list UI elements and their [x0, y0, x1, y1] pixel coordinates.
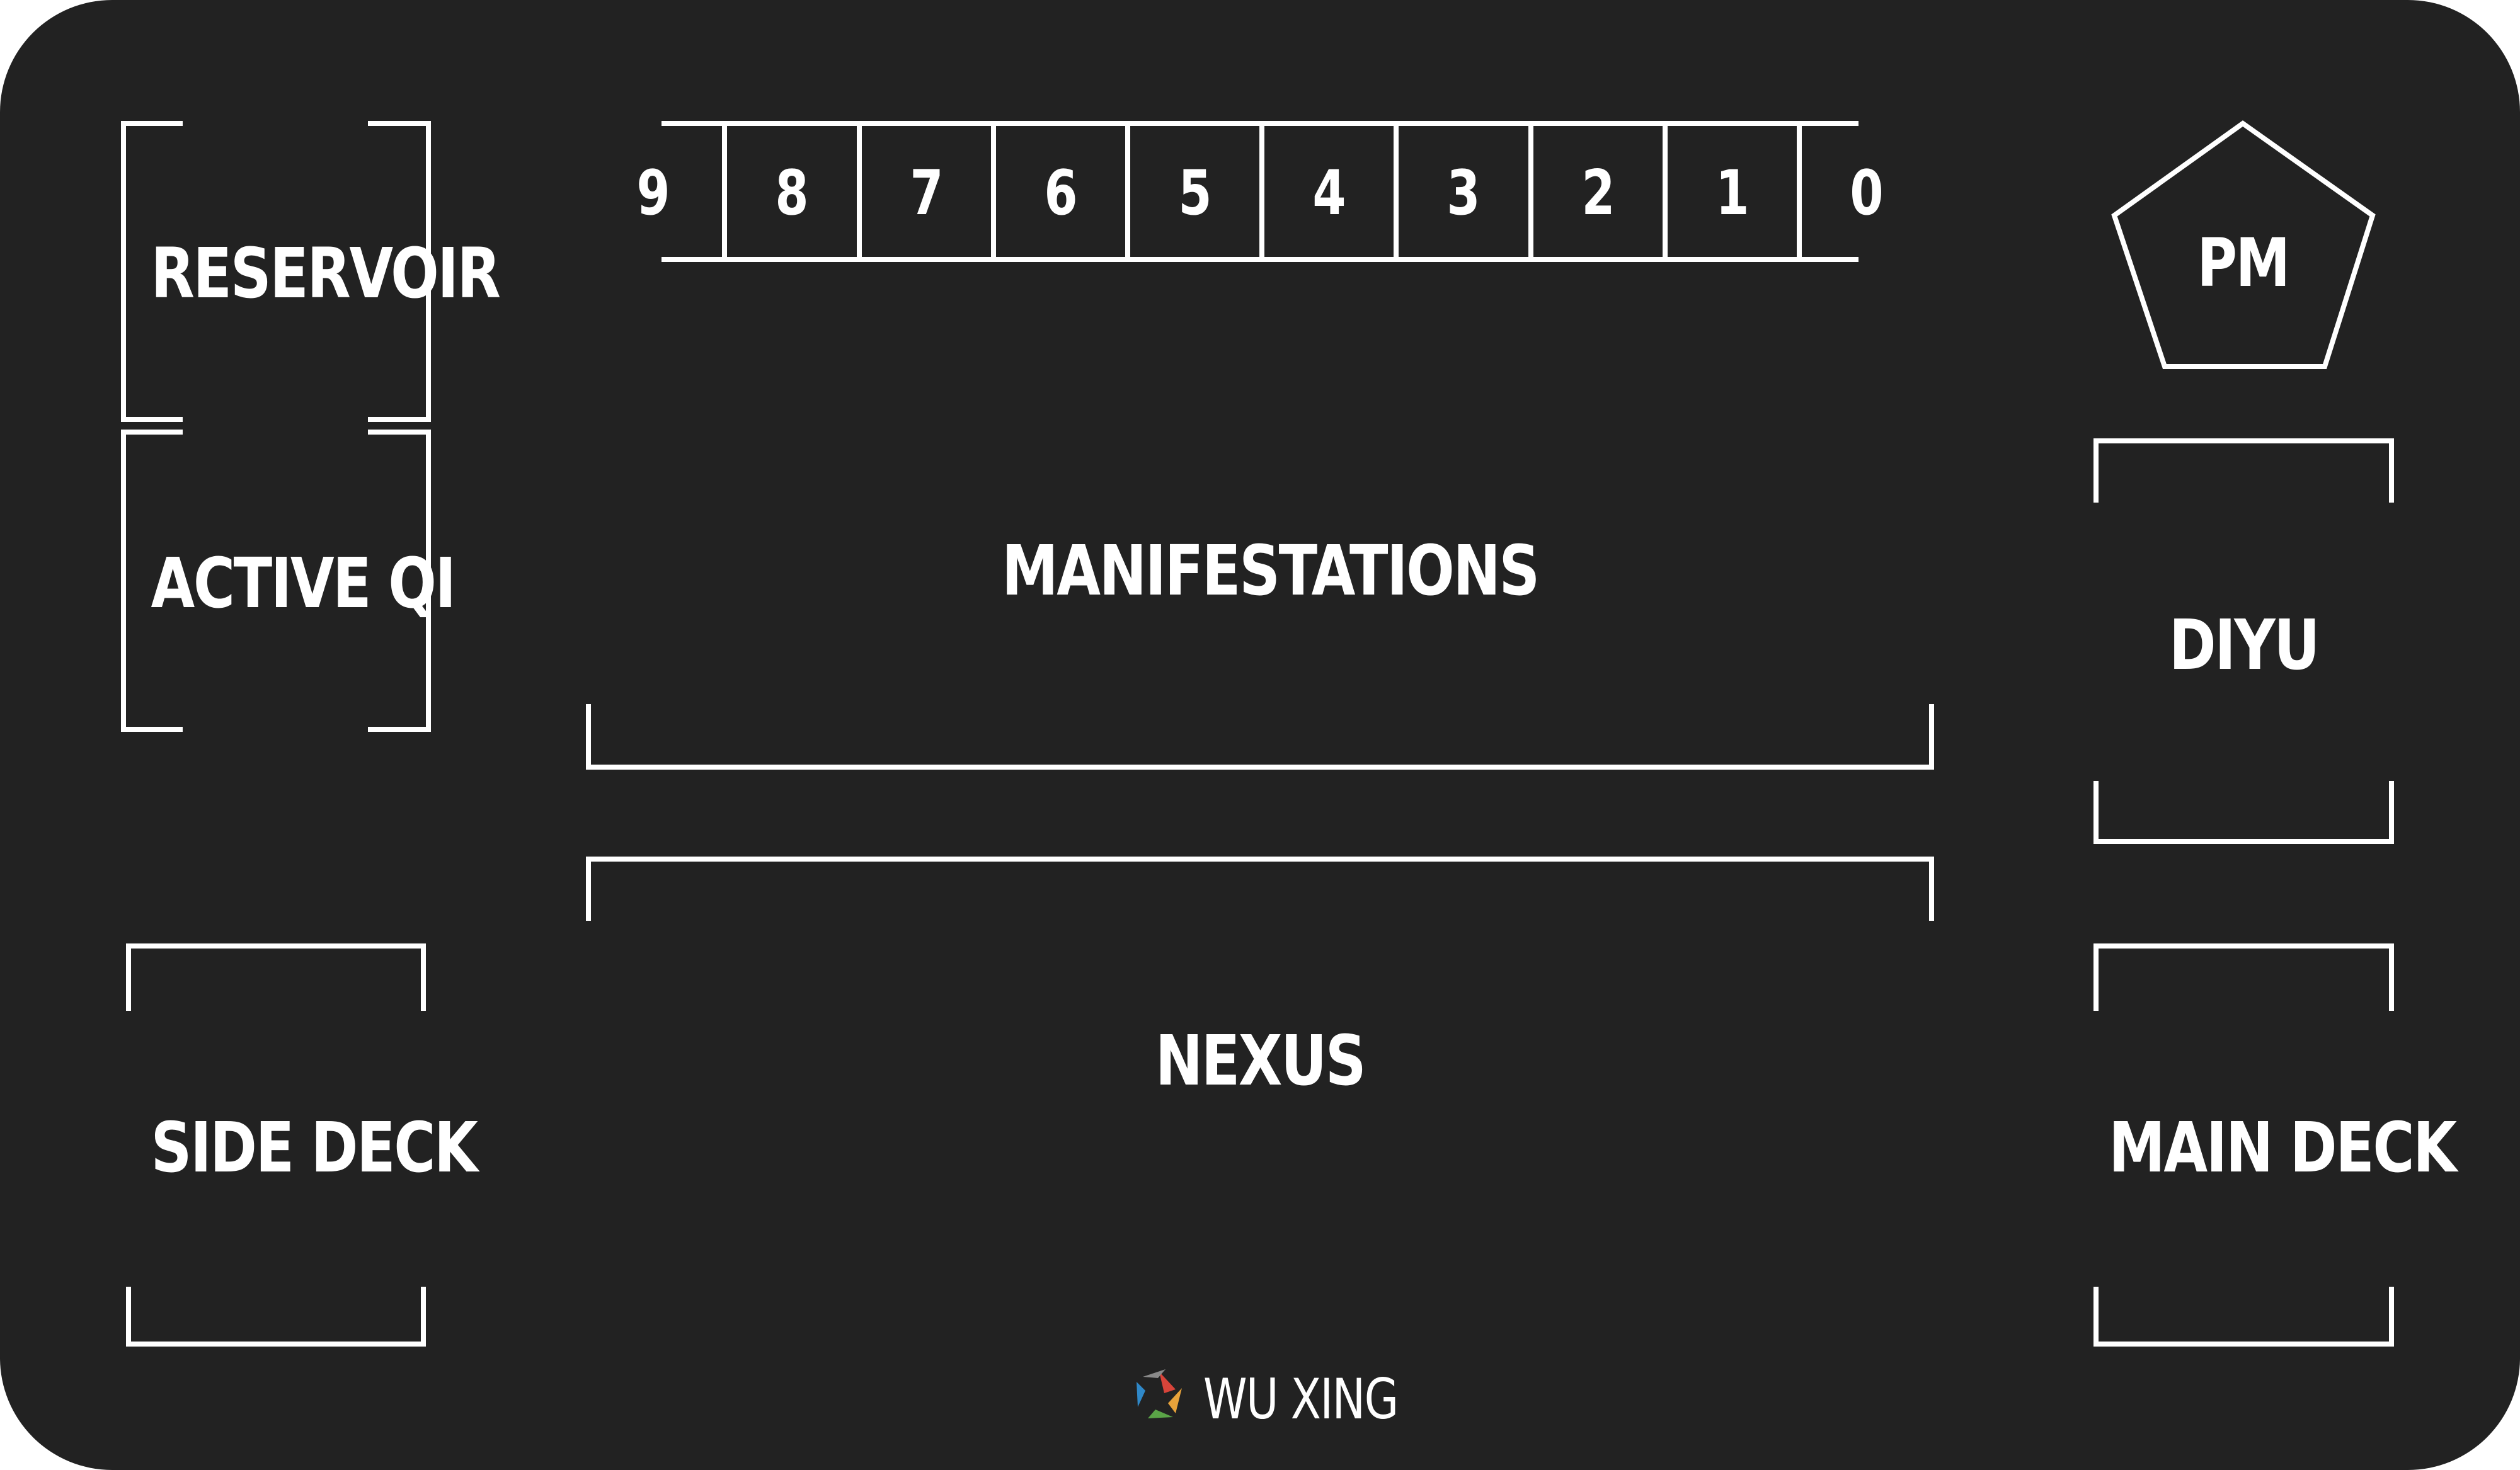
pm-label: PM: [2197, 224, 2290, 302]
brand-name: WU XING: [1203, 1367, 1399, 1432]
counter-number: 1: [1715, 157, 1750, 229]
counter-number: 2: [1581, 157, 1615, 229]
counter-number: 8: [775, 157, 809, 229]
manifestations-zone-frame: [586, 704, 1934, 770]
side-deck-label: SIDE DECK: [151, 1107, 478, 1188]
manifestations-label: MANIFESTATIONS: [1002, 530, 1540, 611]
nexus-label: NEXUS: [1155, 1020, 1366, 1101]
reservoir-label: RESERVOIR: [151, 233, 501, 314]
counter-number: 6: [1044, 157, 1078, 229]
counter-number: 0: [1850, 157, 1884, 229]
counter-number: 5: [1178, 157, 1212, 229]
playmat: RESERVOIR ACTIVE QI SIDE DECK MANIFESTAT…: [0, 0, 2520, 1470]
main-deck-label: MAIN DECK: [2109, 1107, 2457, 1188]
nexus-zone-frame: [586, 857, 1934, 921]
counter-number: 4: [1312, 157, 1346, 229]
counter-number: 3: [1446, 157, 1480, 229]
counter-number: 9: [636, 157, 670, 229]
diyu-label: DIYU: [2168, 605, 2320, 685]
zone-outlines: [121, 120, 2394, 1418]
counter-number: 7: [910, 157, 944, 229]
wu-xing-logo-icon: [1137, 1369, 1182, 1418]
active-qi-label: ACTIVE QI: [151, 543, 456, 624]
